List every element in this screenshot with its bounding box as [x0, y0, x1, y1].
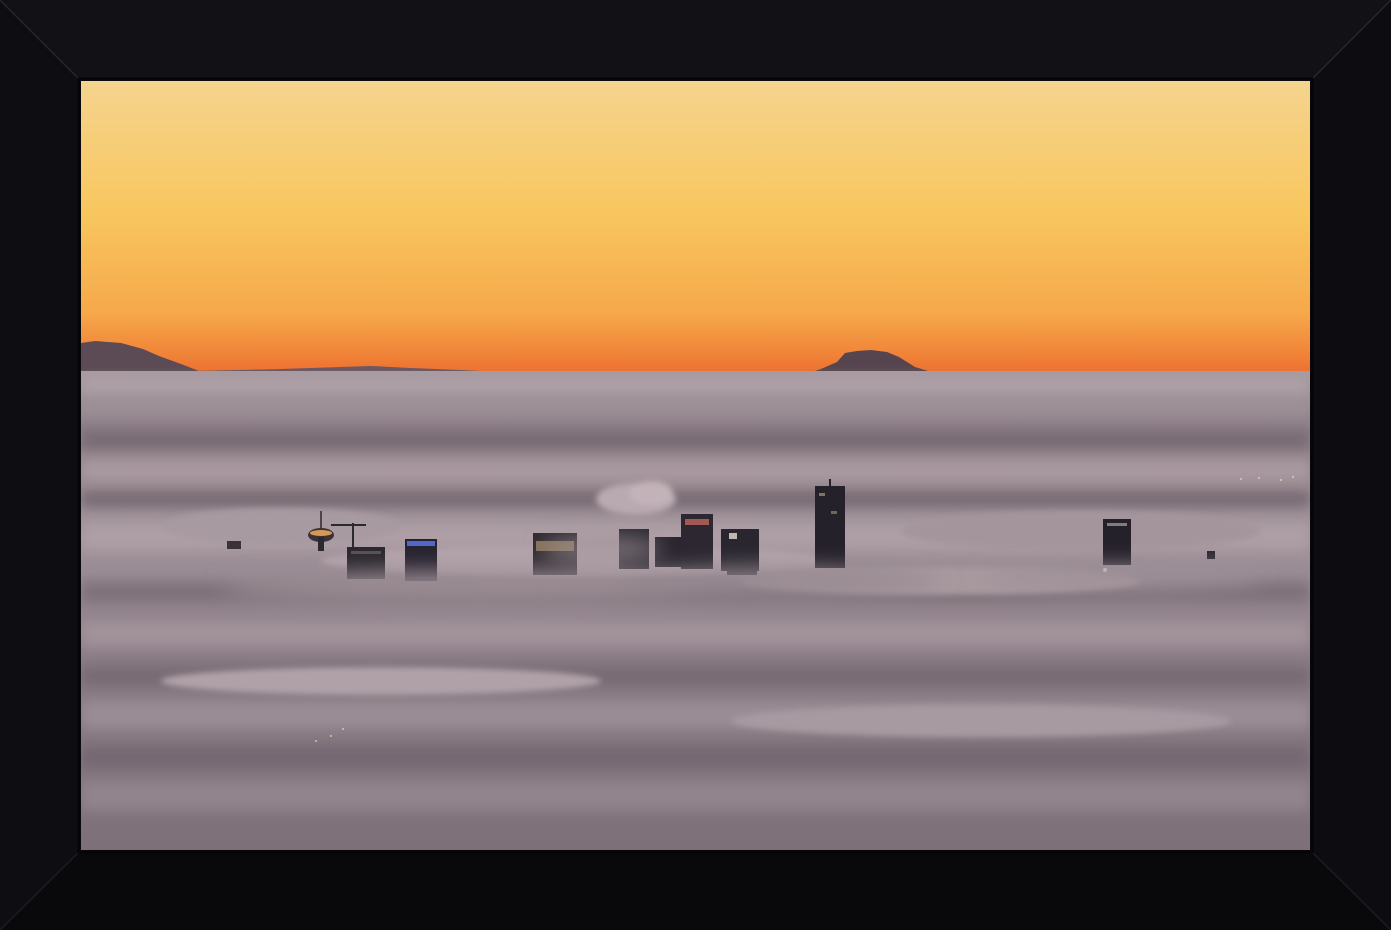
- picture-frame: [0, 0, 1391, 930]
- photograph: [81, 81, 1310, 850]
- sunset-fog-scene: [81, 81, 1310, 850]
- tall-tower: [815, 486, 845, 568]
- sky: [81, 81, 1310, 377]
